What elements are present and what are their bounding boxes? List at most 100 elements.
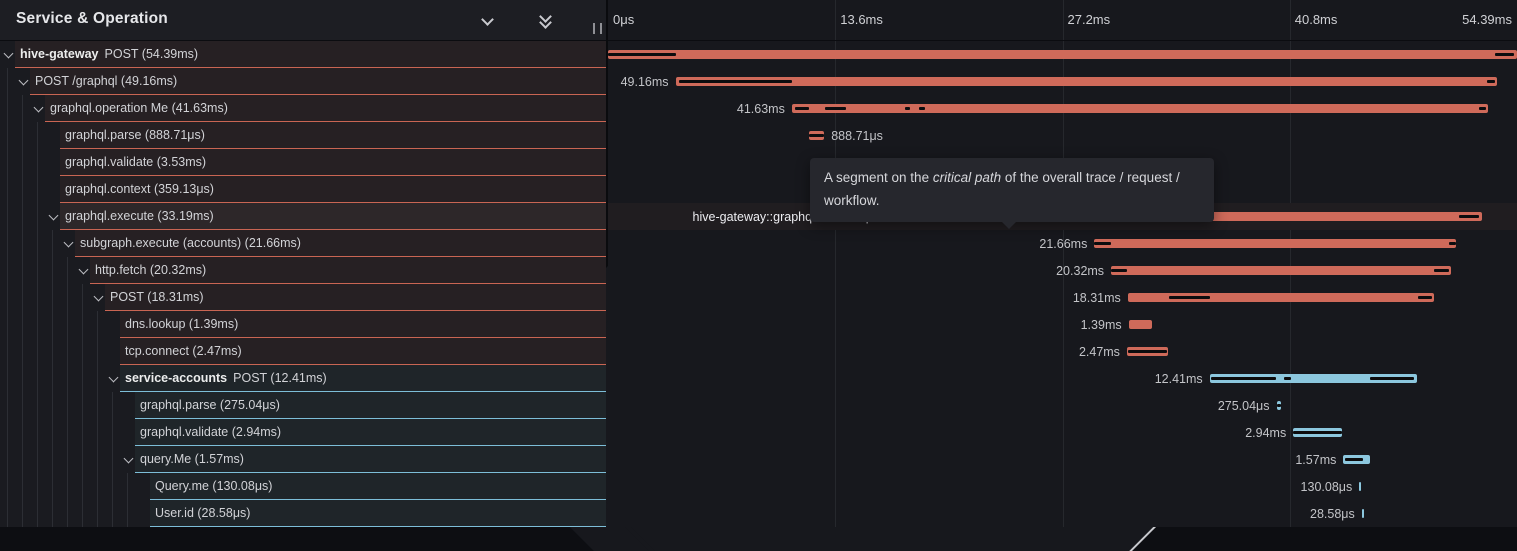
span-row-content[interactable]: Query.me (130.08μs)	[150, 473, 606, 500]
span-tree-row[interactable]: tcp.connect (2.47ms)	[0, 338, 606, 365]
span-duration-bar[interactable]	[1111, 266, 1451, 275]
indent-guide	[7, 95, 8, 122]
indent-guide	[7, 122, 8, 149]
collapse-chevron-icon[interactable]	[49, 211, 59, 221]
span-row-content[interactable]: graphql.parse (888.71μs)	[60, 122, 606, 149]
critical-path-tooltip: A segment on the critical path of the ov…	[810, 158, 1214, 222]
span-bar-row[interactable]	[608, 41, 1517, 68]
span-tree-row[interactable]: graphql.parse (275.04μs)	[0, 392, 606, 419]
span-bar-row[interactable]: 1.57ms	[608, 446, 1517, 473]
critical-path-segment	[1434, 269, 1448, 272]
span-tree-row[interactable]: graphql.validate (3.53ms)	[0, 149, 606, 176]
span-tree-row[interactable]: graphql.execute (33.19ms)	[0, 203, 606, 230]
indent-guide	[127, 500, 128, 527]
span-row-content[interactable]: graphql.parse (275.04μs)	[135, 392, 606, 419]
span-row-content[interactable]: http.fetch (20.32ms)	[90, 257, 606, 284]
span-row-content[interactable]: query.Me (1.57ms)	[135, 446, 606, 473]
span-row-content[interactable]: hive-gatewayPOST (54.39ms)	[15, 41, 606, 68]
span-tree-row[interactable]: dns.lookup (1.39ms)	[0, 311, 606, 338]
span-tree-row[interactable]: subgraph.execute (accounts) (21.66ms)	[0, 230, 606, 257]
indent-guide	[7, 419, 8, 446]
collapse-chevron-icon[interactable]	[94, 292, 104, 302]
span-bar-row[interactable]: 12.41ms	[608, 365, 1517, 392]
collapse-chevron-icon[interactable]	[124, 454, 134, 464]
span-bar-row[interactable]: 275.04μs	[608, 392, 1517, 419]
span-bar-row[interactable]: 41.63ms	[608, 95, 1517, 122]
collapse-chevron-icon[interactable]	[34, 103, 44, 113]
span-bar-row[interactable]: 18.31ms	[608, 284, 1517, 311]
span-row-content[interactable]: graphql.validate (2.94ms)	[135, 419, 606, 446]
indent-guide	[82, 392, 83, 419]
collapse-chevron-icon[interactable]	[19, 76, 29, 86]
span-bar-row[interactable]: 888.71μs	[608, 122, 1517, 149]
span-duration-bar[interactable]	[792, 104, 1488, 113]
span-row-content[interactable]: graphql.validate (3.53ms)	[60, 149, 606, 176]
indent-guide	[22, 338, 23, 365]
collapse-chevron-icon[interactable]	[109, 373, 119, 383]
span-duration-bar[interactable]	[1359, 482, 1361, 491]
span-bar-row[interactable]: 21.66ms	[608, 230, 1517, 257]
span-bar-row[interactable]: 28.58μs	[608, 500, 1517, 527]
span-tree-row[interactable]: Query.me (130.08μs)	[0, 473, 606, 500]
indent-guide	[22, 284, 23, 311]
span-row-content[interactable]: graphql.execute (33.19ms)	[60, 203, 606, 230]
span-bar-row[interactable]: 1.39ms	[608, 311, 1517, 338]
span-row-content[interactable]: service-accountsPOST (12.41ms)	[120, 365, 606, 392]
span-duration-label: 49.16ms	[621, 75, 669, 89]
indent-guide	[22, 95, 23, 122]
span-tree-row[interactable]: graphql.operation Me (41.63ms)	[0, 95, 606, 122]
critical-path-segment	[679, 80, 792, 83]
critical-path-segment	[1459, 215, 1479, 218]
span-row-content[interactable]: tcp.connect (2.47ms)	[120, 338, 606, 365]
span-tree-row[interactable]: hive-gatewayPOST (54.39ms)	[0, 41, 606, 68]
span-row-content[interactable]: graphql.operation Me (41.63ms)	[45, 95, 606, 122]
span-tree-row[interactable]: graphql.parse (888.71μs)	[0, 122, 606, 149]
span-row-content[interactable]: POST (18.31ms)	[105, 284, 606, 311]
axis-tick-label: 0μs	[613, 12, 634, 27]
indent-guide	[112, 473, 113, 500]
chevron-down-icon[interactable]	[480, 12, 497, 29]
span-duration-label: 21.66ms	[1039, 237, 1087, 251]
indent-guide	[112, 500, 113, 527]
span-operation-label: http.fetch (20.32ms)	[95, 263, 206, 277]
span-row-content[interactable]: User.id (28.58μs)	[150, 500, 606, 527]
span-operation-label: graphql.parse (888.71μs)	[65, 128, 205, 142]
span-tree-row[interactable]: POST /graphql (49.16ms)	[0, 68, 606, 95]
span-bar-row[interactable]: 2.94ms	[608, 419, 1517, 446]
span-duration-bar[interactable]	[676, 77, 1498, 86]
indent-guide	[82, 365, 83, 392]
span-row-content[interactable]: dns.lookup (1.39ms)	[120, 311, 606, 338]
span-bar-row[interactable]: 2.47ms	[608, 338, 1517, 365]
panel-resize-grip-icon[interactable]	[593, 23, 602, 34]
span-tree-row[interactable]: query.Me (1.57ms)	[0, 446, 606, 473]
indent-guide	[97, 338, 98, 365]
span-tree-row[interactable]: User.id (28.58μs)	[0, 500, 606, 527]
collapse-chevron-icon[interactable]	[79, 265, 89, 275]
span-bar-row[interactable]: 49.16ms	[608, 68, 1517, 95]
indent-guide	[37, 230, 38, 257]
span-row-content[interactable]: graphql.context (359.13μs)	[60, 176, 606, 203]
indent-guide	[97, 419, 98, 446]
span-duration-bar[interactable]	[1129, 320, 1152, 329]
span-duration-bar[interactable]	[1094, 239, 1456, 248]
span-duration-label: 130.08μs	[1301, 480, 1353, 494]
double-chevron-right-icon[interactable]	[567, 12, 584, 29]
span-duration-bar[interactable]	[1362, 509, 1364, 518]
span-bar-row[interactable]: 20.32ms	[608, 257, 1517, 284]
span-operation-label: query.Me (1.57ms)	[140, 452, 244, 466]
span-tree-row[interactable]: POST (18.31ms)	[0, 284, 606, 311]
span-tree-row[interactable]: graphql.context (359.13μs)	[0, 176, 606, 203]
collapse-chevron-icon[interactable]	[4, 49, 14, 59]
span-row-content[interactable]: POST /graphql (49.16ms)	[30, 68, 606, 95]
span-row-content[interactable]: subgraph.execute (accounts) (21.66ms)	[75, 230, 606, 257]
indent-guide	[82, 419, 83, 446]
span-tree-row[interactable]: http.fetch (20.32ms)	[0, 257, 606, 284]
collapse-chevron-icon[interactable]	[64, 238, 74, 248]
span-duration-bar[interactable]	[608, 50, 1517, 59]
span-bar-row[interactable]: 130.08μs	[608, 473, 1517, 500]
chevron-right-icon[interactable]	[509, 12, 526, 29]
indent-guide	[52, 365, 53, 392]
double-chevron-down-icon[interactable]	[538, 12, 555, 29]
span-tree-row[interactable]: graphql.validate (2.94ms)	[0, 419, 606, 446]
span-tree-row[interactable]: service-accountsPOST (12.41ms)	[0, 365, 606, 392]
